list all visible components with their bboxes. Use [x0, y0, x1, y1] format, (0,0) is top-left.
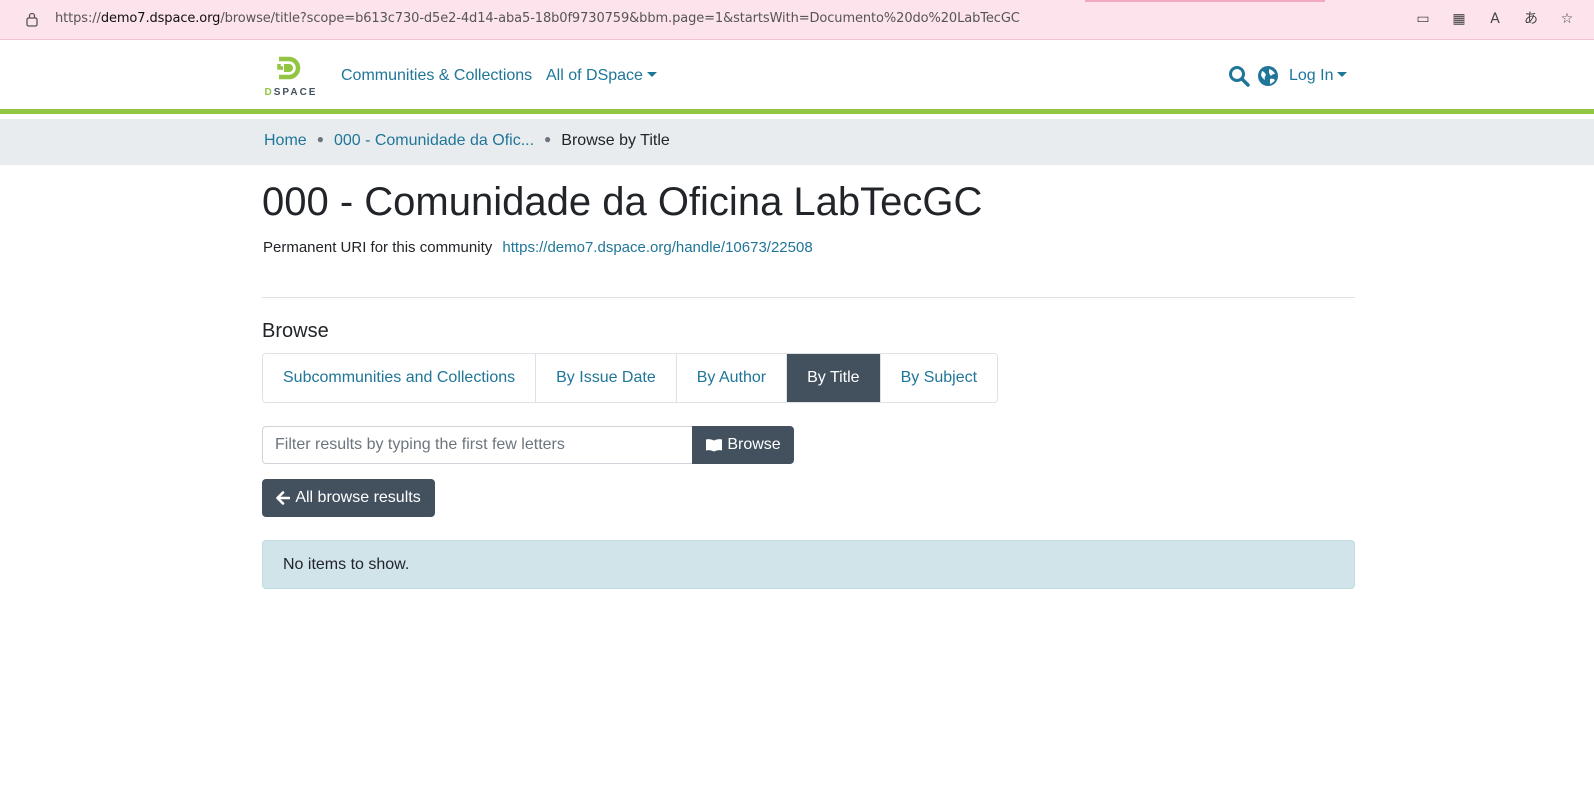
browser-address-bar: https://demo7.dspace.org/browse/title?sc… — [0, 0, 1594, 40]
search-icon[interactable] — [1228, 65, 1250, 87]
breadcrumb-current: Browse by Title — [561, 132, 670, 149]
lock-icon — [26, 12, 38, 27]
nav-all-of-dspace[interactable]: All of DSpace — [546, 67, 657, 85]
breadcrumb-separator: ● — [316, 132, 324, 146]
nav-communities-collections[interactable]: Communities & Collections — [341, 67, 532, 85]
divider — [262, 297, 1355, 298]
arrow-left-icon — [276, 491, 291, 505]
browse-button[interactable]: Browse — [692, 426, 794, 464]
tab-by-title[interactable]: By Title — [787, 354, 881, 402]
tab-by-author[interactable]: By Author — [676, 354, 788, 402]
browser-toolbar-icons: ▭ ▦ A あ ☆ — [1414, 10, 1576, 28]
caret-down-icon — [1337, 72, 1348, 77]
logo-text: DSPACE — [264, 87, 318, 98]
dspace-logo[interactable]: DSPACE — [262, 55, 320, 99]
read-aloud-icon[interactable]: A — [1486, 10, 1504, 28]
breadcrumb-community[interactable]: 000 - Comunidade da Ofic... — [334, 132, 534, 149]
favorite-icon[interactable]: ☆ — [1558, 10, 1576, 28]
breadcrumb-separator: ● — [544, 132, 552, 146]
all-browse-results-label: All browse results — [295, 489, 421, 506]
tab-by-issue-date[interactable]: By Issue Date — [536, 354, 677, 402]
book-icon — [706, 439, 723, 452]
tab-by-subject[interactable]: By Subject — [880, 354, 998, 402]
browse-heading: Browse — [262, 320, 329, 342]
tab-subcommunities-collections[interactable]: Subcommunities and Collections — [263, 354, 537, 402]
page-title: 000 - Comunidade da Oficina LabTecGC — [262, 180, 983, 224]
filter-input[interactable] — [262, 426, 693, 464]
browse-tabs: Subcommunities and Collections By Issue … — [262, 353, 999, 403]
caret-down-icon — [646, 72, 657, 77]
browse-button-label: Browse — [727, 436, 781, 453]
tab-indicator — [1085, 0, 1325, 2]
translate-icon[interactable]: あ — [1522, 10, 1540, 28]
globe-icon[interactable] — [1257, 65, 1279, 87]
apps-icon[interactable]: ▦ — [1450, 10, 1468, 28]
permanent-uri-row: Permanent URI for this community https:/… — [263, 239, 813, 256]
navbar: DSPACE Communities & Collections All of … — [0, 41, 1594, 114]
dspace-logo-icon — [277, 56, 301, 80]
device-icon[interactable]: ▭ — [1414, 10, 1432, 28]
address-url[interactable]: https://demo7.dspace.org/browse/title?sc… — [55, 11, 1020, 26]
uri-label: Permanent URI for this community — [263, 239, 493, 256]
empty-results-alert: No items to show. — [262, 540, 1355, 589]
login-dropdown[interactable]: Log In — [1289, 67, 1348, 85]
breadcrumb: Home ● 000 - Comunidade da Ofic... ● Browse … — [264, 132, 670, 150]
breadcrumb-bar: Home ● 000 - Comunidade da Ofic... ● Browse … — [0, 119, 1594, 165]
all-browse-results-button[interactable]: All browse results — [262, 479, 435, 517]
uri-link[interactable]: https://demo7.dspace.org/handle/10673/22… — [502, 239, 812, 256]
breadcrumb-home[interactable]: Home — [264, 132, 307, 149]
